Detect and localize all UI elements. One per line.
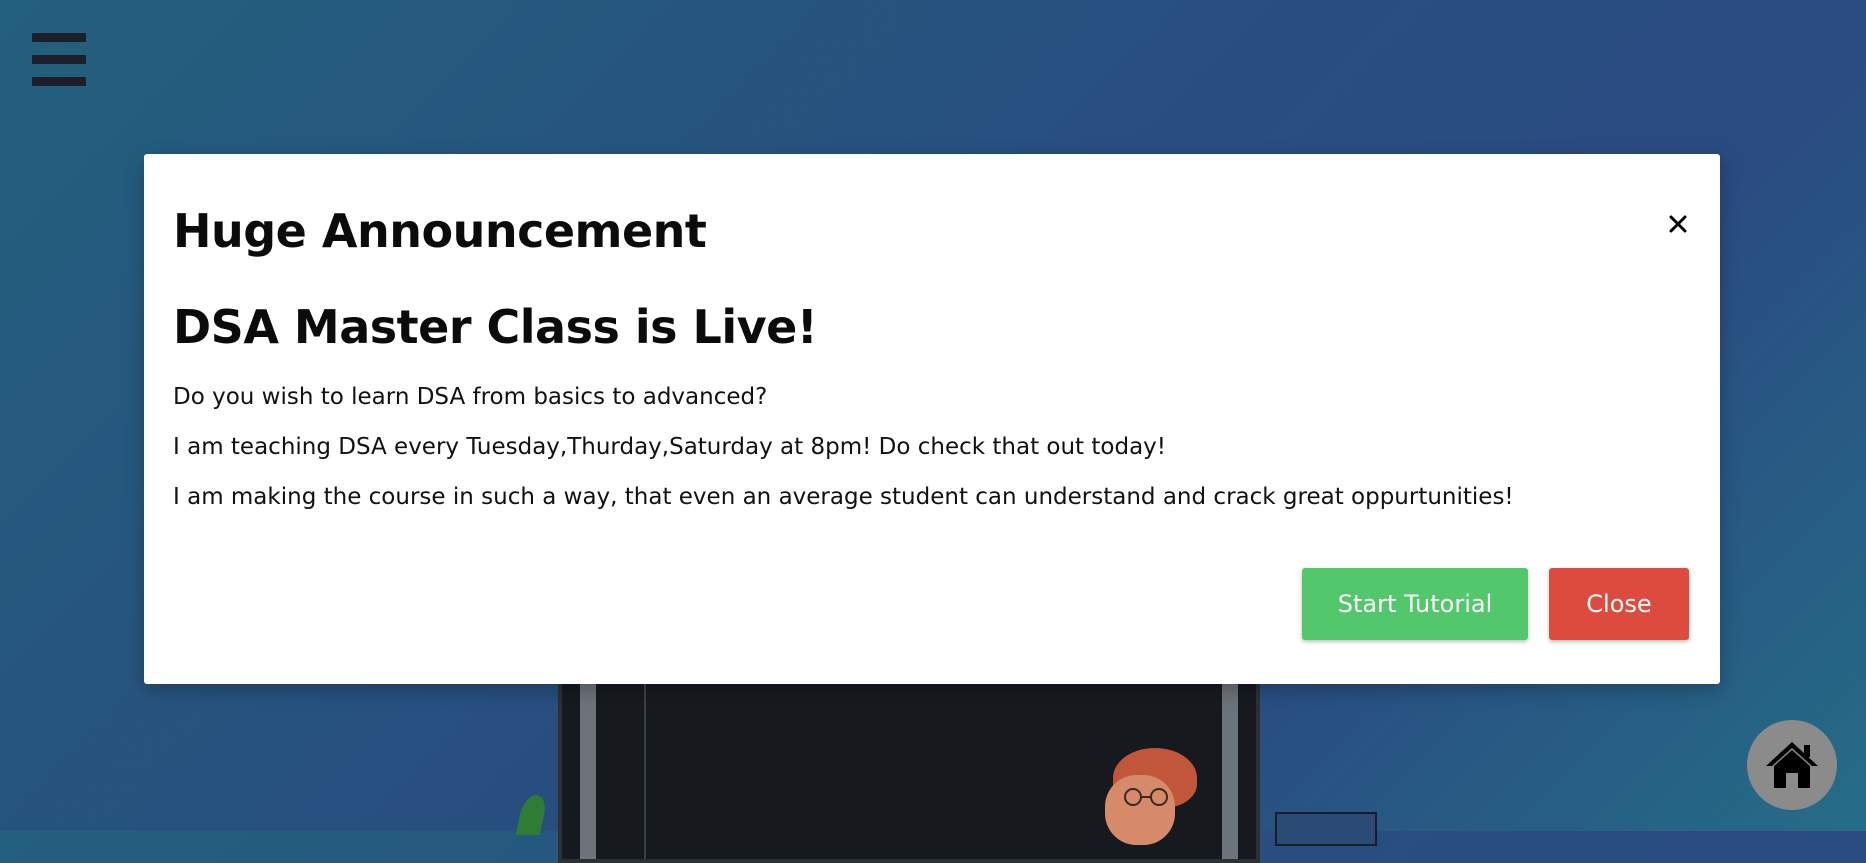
- glasses-illustration: [1124, 788, 1168, 806]
- board-divider: [644, 659, 646, 859]
- board-rail: [1222, 659, 1238, 859]
- home-icon: [1766, 742, 1818, 788]
- modal-title: Huge Announcement: [173, 204, 707, 258]
- start-tutorial-button[interactable]: Start Tutorial: [1302, 568, 1528, 640]
- modal-paragraph: I am making the course in such a way, th…: [173, 484, 1514, 510]
- modal-paragraph: I am teaching DSA every Tuesday,Thurday,…: [173, 434, 1166, 460]
- person-face-illustration: [1105, 775, 1175, 845]
- close-icon[interactable]: [1660, 206, 1696, 242]
- board-rail: [580, 659, 596, 859]
- close-glyph: [1669, 215, 1687, 233]
- laptop-illustration: [1275, 812, 1377, 846]
- announcement-modal: Huge Announcement DSA Master Class is Li…: [144, 154, 1720, 684]
- close-button[interactable]: Close: [1549, 568, 1689, 640]
- home-button[interactable]: [1747, 720, 1837, 810]
- modal-paragraph: Do you wish to learn DSA from basics to …: [173, 384, 768, 410]
- modal-subtitle: DSA Master Class is Live!: [173, 300, 818, 354]
- plant-illustration: [515, 795, 549, 835]
